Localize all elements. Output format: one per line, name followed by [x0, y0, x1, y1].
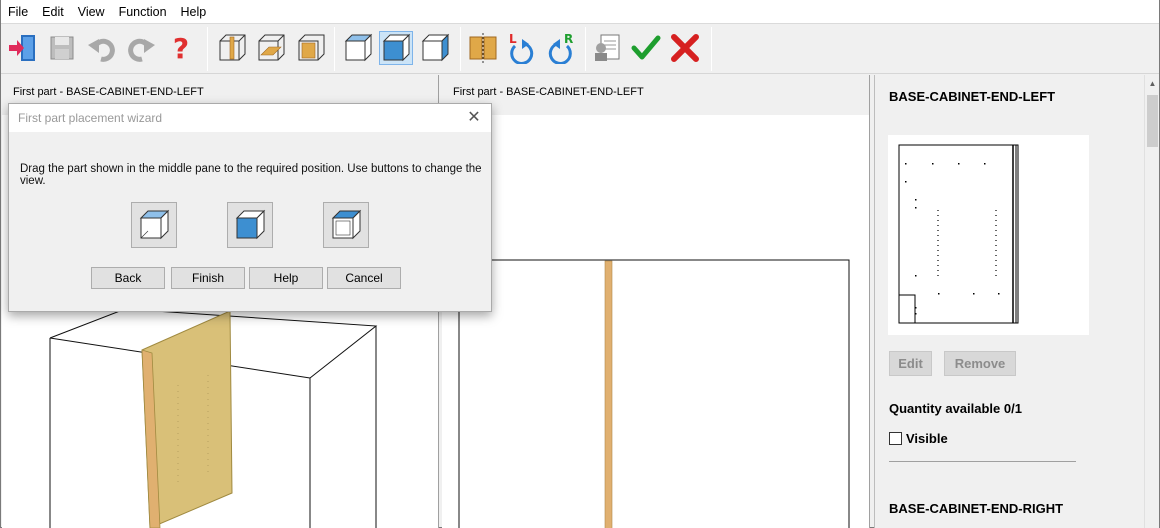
rotate-left-icon: L	[509, 32, 534, 64]
menu-bar: File Edit View Function Help	[1, 0, 1159, 24]
properties-button[interactable]	[590, 31, 624, 65]
cancel-dialog-button[interactable]: Cancel	[327, 267, 401, 289]
toolbar-separator	[460, 27, 461, 71]
box-view-3-button[interactable]	[418, 31, 452, 65]
wizard-instruction: Drag the part shown in the middle pane t…	[20, 163, 482, 187]
vertical-scrollbar[interactable]: ▲	[1144, 75, 1159, 528]
rotate-left-button[interactable]: L	[504, 31, 538, 65]
box-view-2-icon	[382, 33, 411, 62]
part-side-view-button[interactable]	[294, 31, 328, 65]
align-parts-icon	[469, 33, 497, 63]
svg-text:R: R	[564, 32, 573, 46]
accept-icon	[631, 35, 661, 60]
view-front-button[interactable]	[227, 202, 273, 248]
part-name-right: BASE-CABINET-END-RIGHT	[889, 501, 1064, 516]
visible-label: Visible	[906, 431, 948, 446]
scroll-up-arrow-icon[interactable]: ▲	[1145, 77, 1160, 91]
visible-checkbox[interactable]	[889, 432, 902, 445]
visible-checkbox-row[interactable]: Visible	[889, 431, 948, 446]
part-thumbnail	[888, 135, 1089, 335]
part-side-view-icon	[298, 34, 325, 61]
menu-view[interactable]: View	[71, 0, 112, 24]
box-top-view-icon	[139, 209, 170, 240]
part-front-view-icon	[219, 34, 246, 61]
properties-icon	[595, 34, 620, 61]
rotate-right-icon: R	[548, 32, 573, 64]
toolbar-separator	[334, 27, 335, 71]
help-icon: ?	[173, 32, 189, 64]
svg-text:L: L	[509, 32, 517, 46]
view-top-button[interactable]	[131, 202, 177, 248]
remove-button[interactable]: Remove	[944, 351, 1016, 376]
divider	[889, 461, 1076, 462]
svg-text:?: ?	[173, 32, 189, 64]
menu-help[interactable]: Help	[174, 0, 214, 24]
redo-button[interactable]	[124, 31, 158, 65]
align-parts-button[interactable]	[466, 31, 500, 65]
menu-function[interactable]: Function	[112, 0, 174, 24]
part-top-view-button[interactable]	[254, 31, 288, 65]
accept-button[interactable]	[629, 31, 663, 65]
finish-button[interactable]: Finish	[171, 267, 245, 289]
close-icon[interactable]: ✕	[465, 109, 483, 127]
exit-icon	[9, 35, 35, 61]
redo-icon	[128, 38, 155, 62]
box-side-view-icon	[331, 209, 362, 240]
part-name-left: BASE-CABINET-END-LEFT	[889, 89, 1056, 104]
draggable-part[interactable]	[604, 260, 613, 528]
toolbar: ? L R	[1, 24, 1159, 74]
view-side-button[interactable]	[323, 202, 369, 248]
help-dialog-button[interactable]: Help	[249, 267, 323, 289]
first-part-placement-wizard: First part placement wizard ✕ Drag the p…	[8, 103, 492, 312]
exit-button[interactable]	[6, 31, 40, 65]
edit-button[interactable]: Edit	[889, 351, 932, 376]
part-front-view-button[interactable]	[215, 31, 249, 65]
part-top-view-icon	[258, 34, 285, 61]
undo-icon	[88, 38, 115, 62]
box-view-1-icon	[344, 33, 373, 62]
cabinet-2d-drawing	[458, 259, 850, 528]
wizard-title: First part placement wizard	[18, 111, 163, 125]
parts-panel: BASE-CABINET-END-LEFT Edit Remove Quanti…	[874, 75, 1144, 528]
rotate-right-button[interactable]: R	[544, 31, 578, 65]
toolbar-separator	[585, 27, 586, 71]
help-button[interactable]: ?	[164, 31, 198, 65]
menu-edit[interactable]: Edit	[35, 0, 71, 24]
cancel-icon	[671, 34, 699, 62]
box-view-2-button[interactable]	[379, 31, 413, 65]
back-button[interactable]: Back	[91, 267, 165, 289]
menu-file[interactable]: File	[1, 0, 35, 24]
wizard-titlebar: First part placement wizard ✕	[9, 104, 491, 132]
scrollbar-thumb[interactable]	[1147, 95, 1158, 147]
2d-view-pane[interactable]: First part - BASE-CABINET-END-LEFT	[442, 75, 870, 528]
box-view-3-icon	[421, 33, 450, 62]
app-window: File Edit View Function Help ? L R First…	[0, 0, 1160, 528]
undo-button[interactable]	[85, 31, 119, 65]
box-front-view-icon	[235, 209, 266, 240]
cancel-button[interactable]	[668, 31, 702, 65]
save-button[interactable]	[45, 31, 79, 65]
save-icon	[50, 36, 74, 60]
box-view-1-button[interactable]	[341, 31, 375, 65]
quantity-available-label: Quantity available 0/1	[889, 401, 1022, 416]
toolbar-separator	[711, 27, 712, 71]
toolbar-separator	[207, 27, 208, 71]
